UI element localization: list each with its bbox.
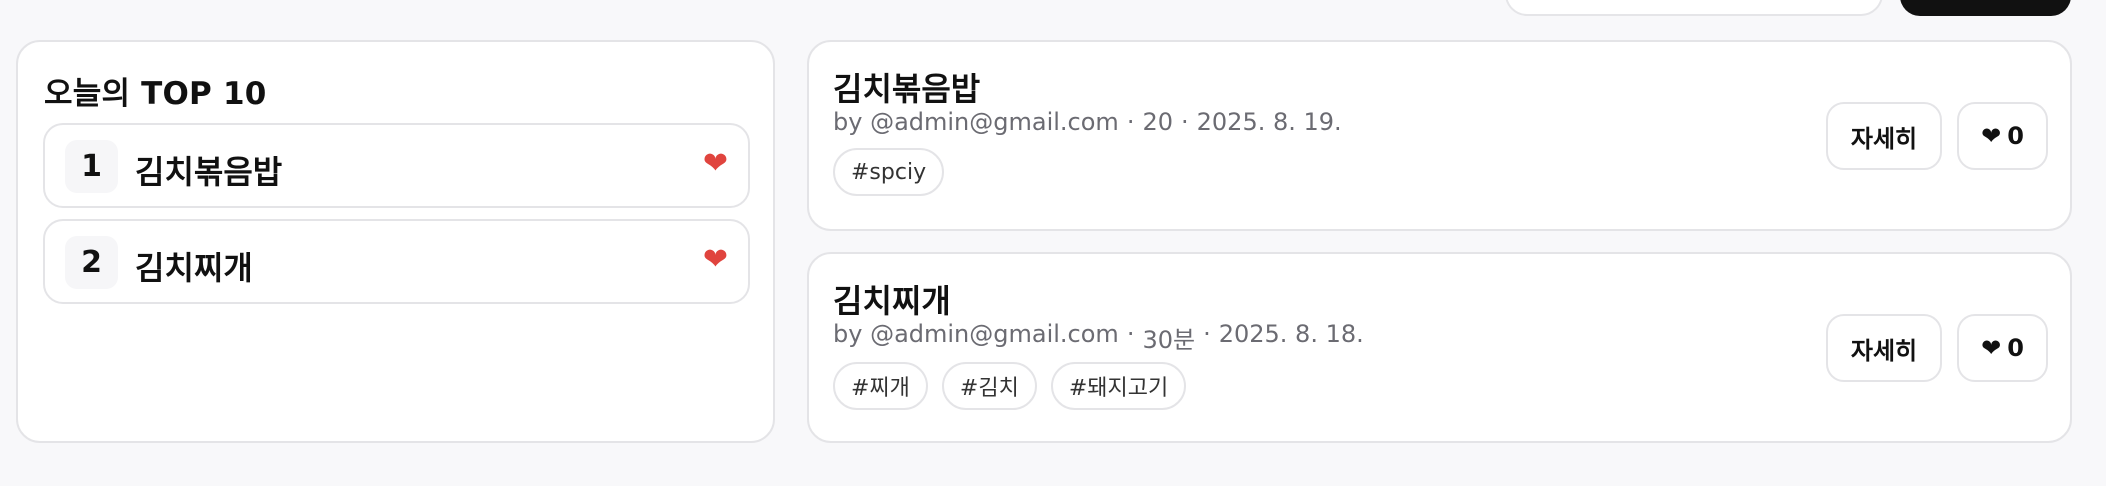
tag-chip[interactable]: #돼지고기 [1050,362,1187,410]
like-count: 0 [2007,122,2024,150]
recipe-author: by @admin@gmail.com [833,320,1119,348]
rank-number: 2 [65,236,118,289]
tag-chip[interactable]: #spciy [833,148,945,196]
header-action-button[interactable] [1900,0,2071,16]
top10-item[interactable]: 1 김치볶음밥 ❤ [43,123,750,208]
recipe-meta: by @admin@gmail.com · 30분 · 2025. 8. 18. [833,320,1364,354]
tag-chip[interactable]: #찌개 [833,362,928,410]
recipe-author: by @admin@gmail.com [833,108,1119,136]
recipe-meta: by @admin@gmail.com · 20 · 2025. 8. 19. [833,108,1342,136]
heart-icon: ❤ [1981,122,2002,150]
recipe-time: 20 [1142,108,1173,136]
like-count: 0 [2007,334,2024,362]
detail-button[interactable]: 자세히 [1826,314,1942,382]
recipe-card: 김치찌개 by @admin@gmail.com · 30분 · 2025. 8… [807,252,2072,443]
recipe-date: 2025. 8. 18. [1218,320,1364,348]
like-button[interactable]: ❤ 0 [1957,314,2048,382]
recipe-card: 김치볶음밥 by @admin@gmail.com · 20 · 2025. 8… [807,40,2072,231]
top10-item[interactable]: 2 김치찌개 ❤ [43,219,750,304]
search-input[interactable] [1505,0,1883,16]
top10-panel: 오늘의 TOP 10 1 김치볶음밥 ❤ 2 김치찌개 ❤ [16,40,775,443]
tag-list: #찌개 #김치 #돼지고기 [833,362,1187,410]
heart-icon: ❤ [1981,334,2002,362]
tag-chip[interactable]: #김치 [941,362,1037,410]
recipe-title[interactable]: 김치찌개 [833,276,951,322]
top10-title: 오늘의 TOP 10 [44,76,267,112]
recipe-date: 2025. 8. 19. [1196,108,1342,136]
heart-icon: ❤ [702,146,728,181]
detail-button[interactable]: 자세히 [1826,102,1942,170]
like-button[interactable]: ❤ 0 [1957,102,2048,170]
recipe-title[interactable]: 김치볶음밥 [833,64,980,110]
rank-name: 김치찌개 [135,249,253,287]
tag-list: #spciy [833,148,945,196]
rank-name: 김치볶음밥 [135,153,283,191]
recipe-time: 30분 [1142,326,1196,354]
heart-icon: ❤ [702,242,728,277]
rank-number: 1 [65,140,118,193]
